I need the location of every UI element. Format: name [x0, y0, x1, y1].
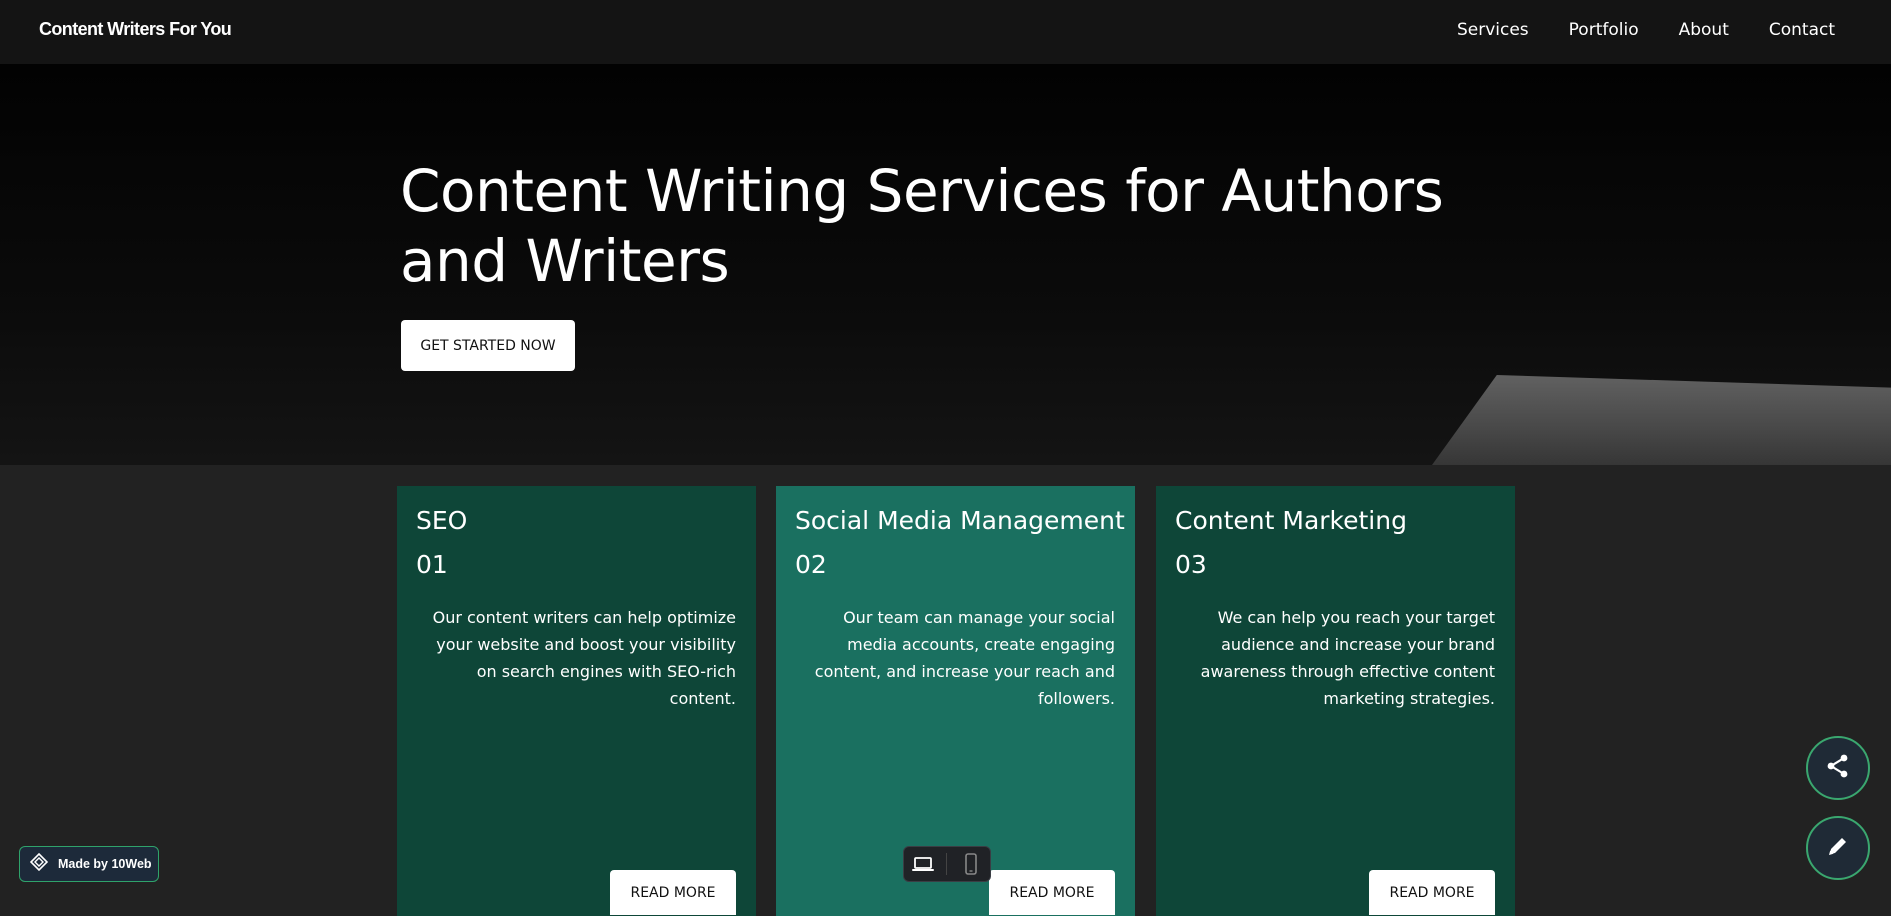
read-more-button[interactable]: READ MORE [1369, 870, 1495, 915]
service-card-content-marketing: Content Marketing 03 We can help you rea… [1156, 486, 1515, 916]
nav-link-about[interactable]: About [1679, 20, 1729, 40]
edit-button[interactable] [1806, 816, 1870, 880]
card-description: Our team can manage your social media ac… [814, 608, 1115, 708]
hero-title: Content Writing Services for Authors and… [400, 157, 1444, 295]
hero-section: Content Writing Services for Authors and… [0, 64, 1891, 465]
service-card-seo: SEO 01 Our content writers can help opti… [397, 486, 756, 916]
card-title: Content Marketing [1175, 506, 1407, 535]
card-title: SEO [416, 506, 468, 535]
hero-background-image [1432, 375, 1891, 465]
nav-link-services[interactable]: Services [1457, 20, 1529, 40]
read-more-button[interactable]: READ MORE [989, 870, 1115, 915]
nav-link-portfolio[interactable]: Portfolio [1569, 20, 1639, 40]
card-number: 01 [416, 550, 448, 579]
site-brand[interactable]: Content Writers For You [39, 19, 232, 40]
top-navigation-bar: Content Writers For You Services Portfol… [0, 0, 1891, 64]
get-started-button[interactable]: GET STARTED NOW [401, 320, 575, 371]
card-number: 03 [1175, 550, 1207, 579]
read-more-button[interactable]: READ MORE [610, 870, 736, 915]
badge-label: Made by 10Web [58, 857, 152, 871]
laptop-icon[interactable] [908, 851, 938, 877]
share-icon [1825, 753, 1851, 783]
mobile-icon[interactable] [956, 851, 986, 877]
edit-pencil-icon [1826, 834, 1850, 862]
share-button[interactable] [1806, 736, 1870, 800]
main-nav: Services Portfolio About Contact [1457, 20, 1835, 40]
switcher-divider [946, 853, 948, 875]
card-description: Our content writers can help optimize yo… [432, 608, 736, 708]
card-title: Social Media Management [795, 506, 1125, 535]
device-preview-switcher [903, 846, 991, 882]
10web-logo-icon [29, 852, 49, 875]
card-description: We can help you reach your target audien… [1200, 608, 1495, 708]
made-by-10web-badge[interactable]: Made by 10Web [19, 846, 159, 882]
card-number: 02 [795, 550, 827, 579]
nav-link-contact[interactable]: Contact [1769, 20, 1835, 40]
